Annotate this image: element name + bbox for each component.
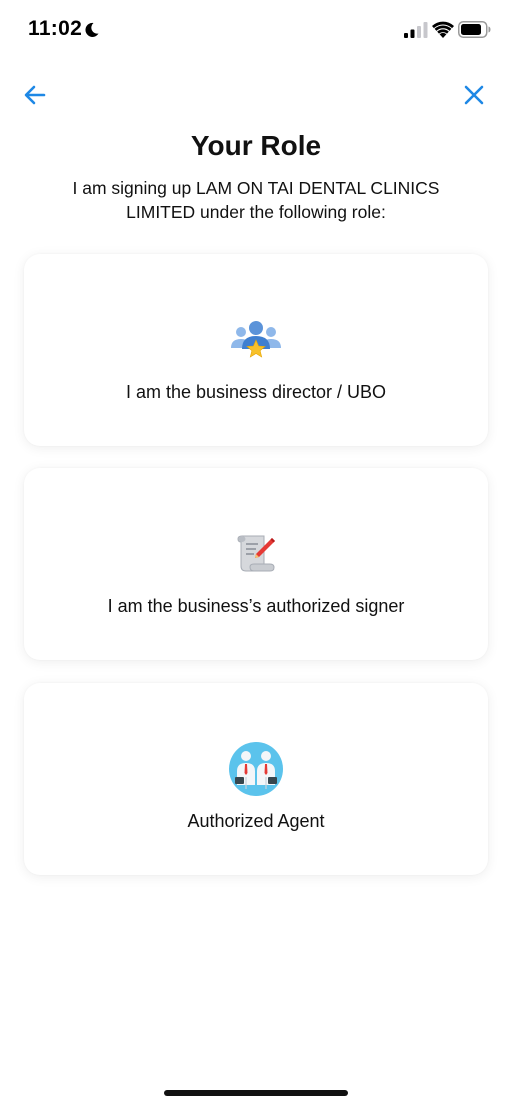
agents-icon [229, 742, 283, 796]
wifi-icon [432, 21, 454, 38]
page-subtitle: I am signing up LAM ON TAI DENTAL CLINIC… [72, 178, 440, 222]
role-card-agent[interactable]: Authorized Agent [24, 683, 488, 875]
moon-icon [85, 22, 99, 37]
screen: 11:02 Your Role I am signing up LAM ON T… [0, 0, 512, 1108]
page-title: Your Role [190, 130, 322, 161]
cellular-signal-icon [404, 22, 428, 38]
role-label-signer: I am the business’s authorized signer [107, 596, 405, 616]
home-indicator [164, 1090, 348, 1096]
status-time: 11:02 [28, 17, 83, 40]
battery-icon [458, 21, 491, 38]
back-arrow-icon[interactable] [22, 82, 48, 108]
role-label-agent: Authorized Agent [187, 811, 325, 831]
role-label-director: I am the business director / UBO [125, 382, 387, 402]
close-icon[interactable] [462, 83, 486, 107]
status-bar: 11:02 [0, 0, 512, 60]
scroll-pen-icon [237, 535, 275, 572]
role-card-signer[interactable]: I am the business’s authorized signer [24, 468, 488, 660]
group-star-icon [231, 321, 281, 358]
role-card-director[interactable]: I am the business director / UBO [24, 254, 488, 446]
